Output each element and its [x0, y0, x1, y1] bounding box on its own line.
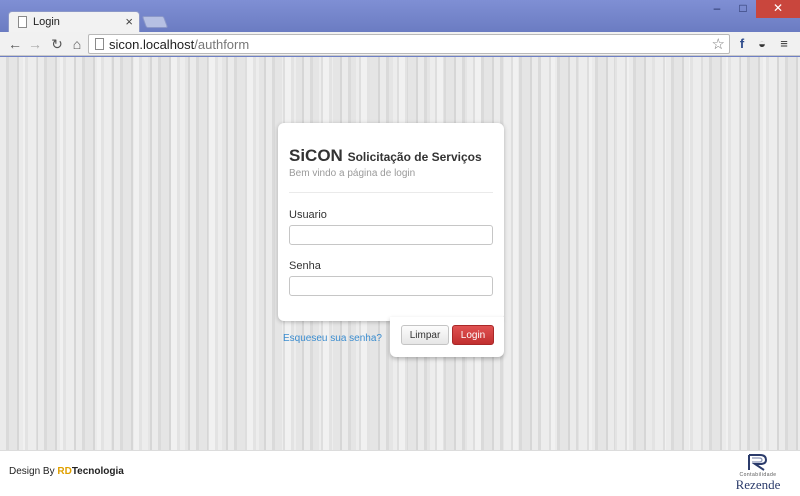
maximize-button[interactable]: □: [730, 0, 756, 18]
button-panel: Limpar Login: [390, 317, 504, 357]
home-icon[interactable]: ⌂: [68, 35, 86, 53]
welcome-text: Bem vindo a página de login: [289, 168, 416, 179]
login-button[interactable]: Login: [452, 325, 494, 345]
url-path: /authform: [194, 37, 250, 52]
design-by-text: Design By: [9, 466, 58, 477]
password-label: Senha: [289, 260, 321, 272]
back-icon[interactable]: ←: [6, 35, 24, 53]
menu-icon[interactable]: ≡: [776, 36, 792, 51]
forward-icon[interactable]: →: [26, 35, 44, 53]
browser-titlebar: Login × – □ ✕: [0, 0, 800, 33]
reload-icon[interactable]: ↻: [48, 35, 66, 53]
new-tab-button[interactable]: [141, 16, 169, 28]
tab-title: Login: [33, 16, 60, 28]
username-input[interactable]: [289, 225, 493, 245]
company-rd: RD: [57, 466, 72, 477]
company-name: Tecnologia: [71, 466, 124, 477]
password-input[interactable]: [289, 276, 493, 296]
facebook-icon[interactable]: f: [734, 36, 750, 51]
page-title: SiCON Solicitação de Serviços: [289, 146, 482, 166]
page-viewport: SiCON Solicitação de Serviços Bem vindo …: [0, 57, 800, 496]
url-text: sicon.localhost/authform: [109, 37, 249, 52]
clear-button[interactable]: Limpar: [401, 325, 449, 345]
url-host: sicon.localhost: [109, 37, 195, 52]
forgot-password-link[interactable]: Esqueseu sua senha?: [283, 333, 382, 344]
brand-name: SiCON: [289, 146, 343, 165]
logo-name: Rezende: [735, 477, 781, 492]
username-label: Usuario: [289, 209, 327, 221]
logo-mark-icon: [748, 454, 768, 471]
page-icon: [95, 38, 104, 50]
page-icon: [18, 16, 27, 28]
address-bar[interactable]: sicon.localhost/authform ☆: [88, 34, 730, 54]
login-card: SiCON Solicitação de Serviços Bem vindo …: [278, 123, 504, 321]
design-credit: Design By RDTecnologia: [9, 466, 124, 477]
rezende-logo: Contabilidade Rezende: [730, 453, 786, 495]
footer: Design By RDTecnologia Contabilidade Rez…: [0, 450, 800, 496]
browser-tab[interactable]: Login ×: [8, 11, 140, 33]
bookmark-star-icon[interactable]: ☆: [712, 35, 725, 53]
window-controls: – □ ✕: [704, 0, 800, 18]
close-window-button[interactable]: ✕: [756, 0, 800, 18]
brand-subtitle: Solicitação de Serviços: [347, 150, 482, 164]
divider: [289, 192, 493, 193]
mask-icon[interactable]: ◒: [754, 36, 770, 51]
browser-toolbar: ← → ↻ ⌂ sicon.localhost/authform ☆ f ◒ ≡: [0, 32, 800, 56]
minimize-button[interactable]: –: [704, 0, 730, 18]
close-tab-icon[interactable]: ×: [125, 14, 133, 29]
